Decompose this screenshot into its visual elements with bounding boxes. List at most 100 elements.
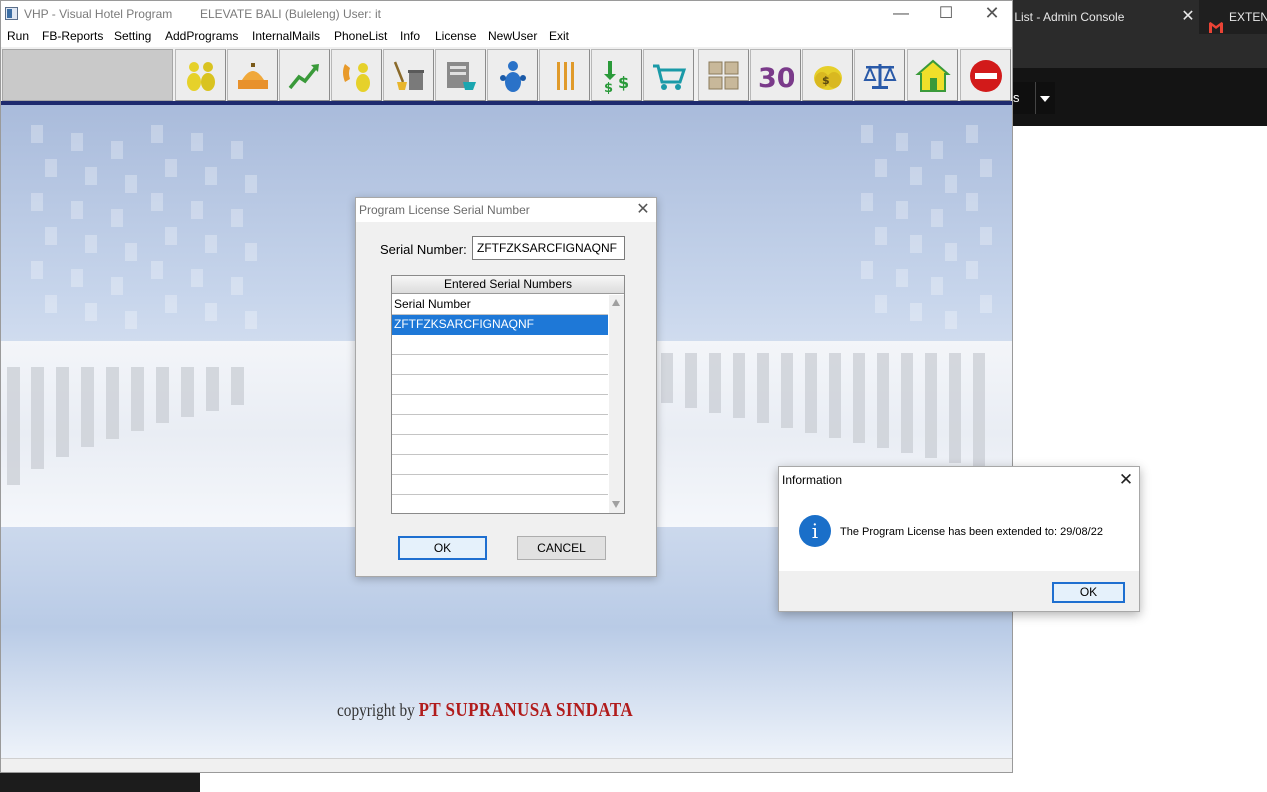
menu-setting[interactable]: Setting	[114, 29, 151, 43]
finance-button[interactable]: $	[802, 49, 853, 101]
wallpaper-square	[945, 243, 957, 261]
menu-license[interactable]: License	[435, 29, 476, 43]
wallpaper-square	[245, 243, 257, 261]
day-end-button[interactable]: 30	[750, 49, 801, 101]
dialog-title: Program License Serial Number	[359, 203, 530, 217]
browser-toolbar	[1013, 34, 1267, 68]
wallpaper-square	[231, 209, 243, 227]
wallpaper-square	[205, 235, 217, 253]
wallpaper-square	[31, 125, 43, 143]
list-item[interactable]	[392, 455, 608, 475]
list-item[interactable]	[392, 435, 608, 455]
front-desk-button[interactable]	[227, 49, 278, 101]
wallpaper-bar	[7, 367, 20, 485]
wallpaper-square	[191, 201, 203, 219]
taskbar-fragment	[0, 772, 200, 792]
wallpaper-square	[71, 269, 83, 287]
wallpaper-square	[966, 193, 978, 211]
money-transfer-button[interactable]: $ $	[591, 49, 642, 101]
sales-people-icon	[500, 61, 526, 92]
wallpaper-bar	[853, 353, 865, 443]
wallpaper-square	[111, 209, 123, 227]
wallpaper-square	[125, 311, 137, 329]
license-dialog: Program License Serial Number ✕ Serial N…	[355, 197, 657, 577]
wallpaper-square	[205, 303, 217, 321]
menu-phonelist[interactable]: PhoneList	[334, 29, 387, 43]
property-button[interactable]	[907, 49, 958, 101]
close-icon[interactable]: ✕	[1179, 0, 1197, 34]
close-icon[interactable]: ✕	[1115, 469, 1137, 491]
stop-exit-icon	[970, 60, 1002, 92]
dialog-body: Information ✕ i The Program License has …	[779, 467, 1139, 571]
menu-fb-reports[interactable]: FB-Reports	[42, 29, 103, 43]
serial-number-input[interactable]	[472, 236, 625, 260]
page-dropdown[interactable]: s	[1013, 82, 1055, 114]
menu-info[interactable]: Info	[400, 29, 420, 43]
wallpaper-square	[931, 277, 943, 295]
copyright-prefix: copyright by	[337, 700, 415, 720]
inventory-button[interactable]	[698, 49, 749, 101]
cashier-button[interactable]	[435, 49, 486, 101]
list-item[interactable]	[392, 375, 608, 395]
scroll-down-arrow-icon[interactable]	[612, 501, 620, 508]
browser-tab-label: EXTEN	[1229, 10, 1267, 24]
scroll-up-arrow-icon[interactable]	[612, 299, 620, 306]
dialog-message: The Program License has been extended to…	[840, 526, 1103, 538]
wallpaper-square	[165, 227, 177, 245]
list-item[interactable]	[392, 355, 608, 375]
housekeeping-button[interactable]	[383, 49, 434, 101]
exit-button[interactable]	[960, 49, 1011, 101]
menu-internalmails[interactable]: InternalMails	[252, 29, 320, 43]
list-item-selected[interactable]: ZFTFZKSARCFIGNAQNF	[392, 315, 608, 335]
list-item[interactable]	[392, 415, 608, 435]
telephone-button[interactable]	[331, 49, 382, 101]
chevron-down-icon[interactable]	[1035, 82, 1053, 114]
list-item[interactable]	[392, 475, 608, 495]
maximize-button[interactable]: ☐	[923, 1, 969, 26]
menu-newuser[interactable]: NewUser	[488, 29, 537, 43]
restaurant-button[interactable]	[539, 49, 590, 101]
gmail-icon	[1209, 12, 1223, 34]
menu-exit[interactable]: Exit	[549, 29, 569, 43]
wallpaper-square	[151, 193, 163, 211]
wallpaper-square	[910, 235, 922, 253]
wallpaper-square	[45, 159, 57, 177]
wallpaper-square	[966, 125, 978, 143]
wallpaper-bar	[131, 367, 144, 431]
list-item[interactable]: Serial Number	[392, 295, 608, 315]
wallpaper-square	[191, 269, 203, 287]
wallpaper-square	[896, 133, 908, 151]
purchasing-button[interactable]	[643, 49, 694, 101]
title-bar: VHP - Visual Hotel Program ELEVATE BALI …	[1, 1, 1012, 26]
browser-tab-admin-console[interactable]: r List - Admin Console ✕	[1013, 0, 1199, 34]
window-subtitle: ELEVATE BALI (Buleleng) User: it	[200, 7, 381, 21]
window-title: VHP - Visual Hotel Program	[24, 7, 173, 21]
wallpaper-bar	[877, 353, 889, 448]
close-icon[interactable]: ✕	[632, 199, 654, 221]
wallpaper-square	[231, 277, 243, 295]
sales-button[interactable]	[487, 49, 538, 101]
app-icon	[5, 7, 18, 20]
minimize-button[interactable]: ―	[878, 1, 924, 26]
accounting-button[interactable]	[854, 49, 905, 101]
guests-button[interactable]	[175, 49, 226, 101]
list-item[interactable]	[392, 395, 608, 415]
ok-button[interactable]: OK	[398, 536, 487, 560]
wallpaper-square	[85, 167, 97, 185]
statistics-button[interactable]	[279, 49, 330, 101]
info-icon: i	[799, 515, 831, 547]
wallpaper-square	[875, 295, 887, 313]
browser-tab-gmail[interactable]: EXTEN	[1199, 0, 1267, 34]
close-button[interactable]: ✕	[969, 1, 1012, 26]
menu-addprograms[interactable]: AddPrograms	[165, 29, 238, 43]
telephone-operator-icon	[343, 63, 370, 92]
svg-text:$: $	[604, 81, 613, 94]
list-scrollbar[interactable]	[609, 295, 624, 513]
wallpaper-square	[165, 295, 177, 313]
cancel-button[interactable]: CANCEL	[517, 536, 606, 560]
money-bags-icon: $	[814, 66, 842, 90]
wallpaper-square	[896, 269, 908, 287]
ok-button[interactable]: OK	[1052, 582, 1125, 603]
list-item[interactable]	[392, 335, 608, 355]
menu-run[interactable]: Run	[7, 29, 29, 43]
